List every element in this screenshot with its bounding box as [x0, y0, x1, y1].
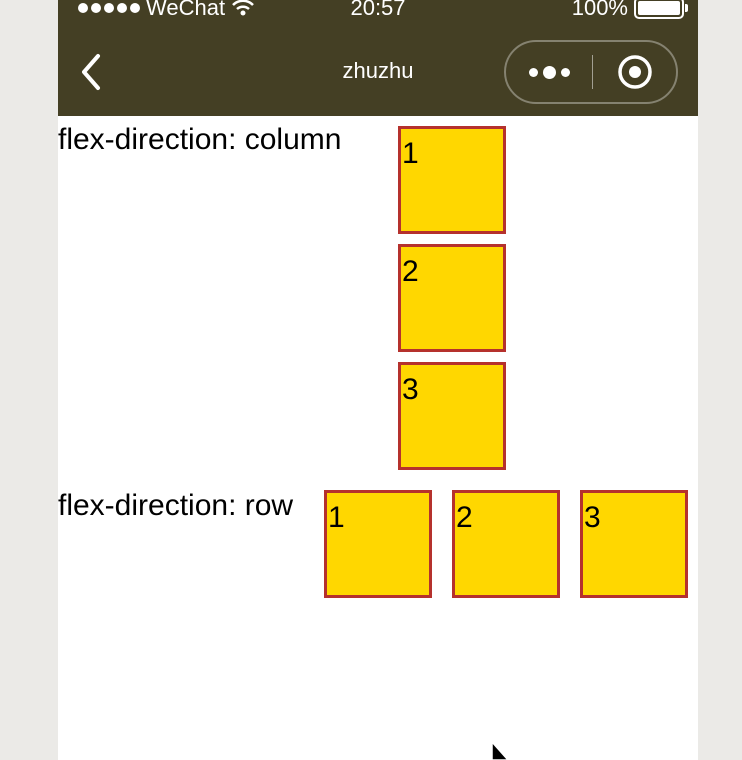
more-dots-icon [528, 67, 538, 77]
battery-percent: 100% [571, 0, 628, 20]
row-box-2: 2 [452, 490, 560, 598]
column-box-1: 1 [398, 126, 506, 234]
navigation-bar: zhuzhu [58, 24, 698, 116]
column-box-3: 3 [398, 362, 506, 470]
close-button[interactable] [593, 42, 676, 102]
battery-group: 100% [571, 0, 688, 20]
target-circle-icon [617, 55, 652, 89]
menu-capsule [504, 40, 678, 104]
page-content: flex-direction: column 1 2 3 flex-direct… [58, 116, 698, 760]
mouse-cursor-icon [491, 742, 510, 760]
row-box-1: 1 [324, 490, 432, 598]
battery-icon [634, 0, 688, 19]
phone-screen: WeChat 20:57 100% zhuzhu flex-direction:… [58, 0, 698, 760]
status-bar: WeChat 20:57 100% [58, 0, 698, 24]
row-section-label: flex-direction: row [58, 489, 294, 522]
row-box-3: 3 [580, 490, 688, 598]
column-box-2: 2 [398, 244, 506, 352]
column-section-label: flex-direction: column [58, 123, 342, 156]
more-button[interactable] [506, 42, 592, 102]
